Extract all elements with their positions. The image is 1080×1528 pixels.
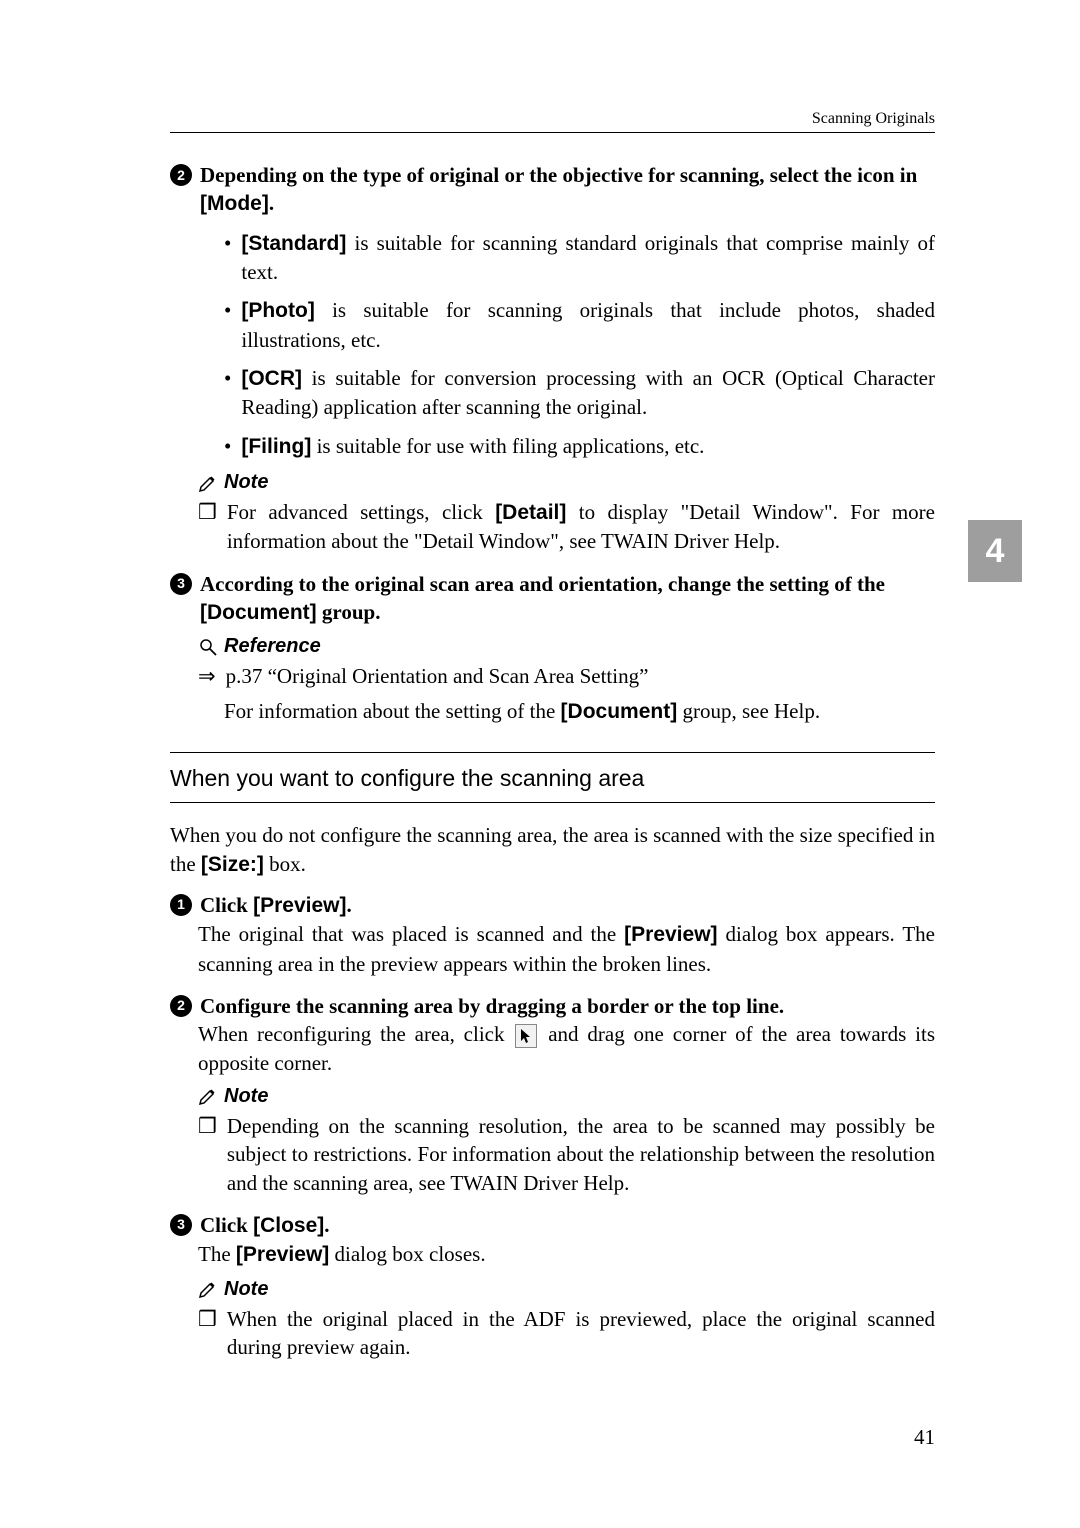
magnifier-icon xyxy=(198,637,218,657)
checkbox-icon: ❒ xyxy=(198,498,217,556)
substep-2: 2 Configure the scanning area by draggin… xyxy=(170,992,935,1197)
substep-1-body: The original that was placed is scanned … xyxy=(198,920,935,978)
subsection-heading: When you want to configure the scanning … xyxy=(170,753,935,802)
substep-2-body: When reconfiguring the area, click and d… xyxy=(198,1020,935,1077)
substep-3-text: Click [Close]. xyxy=(200,1211,330,1240)
running-header: Scanning Originals xyxy=(170,110,935,133)
note-block: Note ❒ Depending on the scanning resolut… xyxy=(198,1085,935,1197)
bullet-dot: • xyxy=(224,229,231,287)
note-text: When the original placed in the ADF is p… xyxy=(227,1305,935,1362)
bullet-text: [OCR] is suitable for conversion process… xyxy=(241,364,935,422)
step-number-3: 3 xyxy=(170,573,192,595)
step-2-text: Depending on the type of original or the… xyxy=(200,161,935,219)
substep-1-text: Click [Preview]. xyxy=(200,891,352,920)
step-number-2: 2 xyxy=(170,164,192,186)
reference-block: Reference ⇒ p.37 “Original Orientation a… xyxy=(198,635,935,726)
step-3-text: According to the original scan area and … xyxy=(200,570,935,628)
pencil-icon xyxy=(198,473,218,493)
note-block: Note ❒ For advanced settings, click [Det… xyxy=(198,471,935,556)
note-label: Note xyxy=(198,1085,935,1108)
bullet-text: [Standard] is suitable for scanning stan… xyxy=(241,229,935,287)
step-number-3b: 3 xyxy=(170,1214,192,1236)
reference-link: p.37 “Original Orientation and Scan Area… xyxy=(226,662,649,690)
note-label: Note xyxy=(198,1278,935,1301)
substep-2-text: Configure the scanning area by dragging … xyxy=(200,992,784,1020)
chapter-tab: 4 xyxy=(968,520,1022,582)
divider xyxy=(170,802,935,803)
step-2-bullets: •[Standard] is suitable for scanning sta… xyxy=(224,229,935,461)
note-text: For advanced settings, click [Detail] to… xyxy=(227,498,935,556)
note-text: Depending on the scanning resolution, th… xyxy=(227,1112,935,1197)
substep-3-body: The [Preview] dialog box closes. xyxy=(198,1240,935,1269)
bullet-dot: • xyxy=(224,364,231,422)
bullet-text: [Filing] is suitable for use with filing… xyxy=(241,432,704,461)
substep-1: 1 Click [Preview]. The original that was… xyxy=(170,891,935,978)
reference-text: For information about the setting of the… xyxy=(224,697,935,726)
step-number-1: 1 xyxy=(170,894,192,916)
arrow-icon: ⇒ xyxy=(198,662,216,690)
cursor-icon xyxy=(515,1024,537,1048)
pencil-icon xyxy=(198,1279,218,1299)
note-label: Note xyxy=(198,471,935,494)
substep-3: 3 Click [Close]. The [Preview] dialog bo… xyxy=(170,1211,935,1361)
reference-label: Reference xyxy=(198,635,935,658)
step-3: 3 According to the original scan area an… xyxy=(170,570,935,726)
checkbox-icon: ❒ xyxy=(198,1112,217,1197)
bullet-dot: • xyxy=(224,296,231,354)
bullet-text: [Photo] is suitable for scanning origina… xyxy=(241,296,935,354)
step-number-2b: 2 xyxy=(170,995,192,1017)
intro-paragraph: When you do not configure the scanning a… xyxy=(170,821,935,879)
pencil-icon xyxy=(198,1086,218,1106)
step-2: 2 Depending on the type of original or t… xyxy=(170,161,935,556)
note-block: Note ❒ When the original placed in the A… xyxy=(198,1278,935,1362)
page-number: 41 xyxy=(914,1425,935,1450)
bullet-dot: • xyxy=(224,432,231,461)
checkbox-icon: ❒ xyxy=(198,1305,217,1362)
